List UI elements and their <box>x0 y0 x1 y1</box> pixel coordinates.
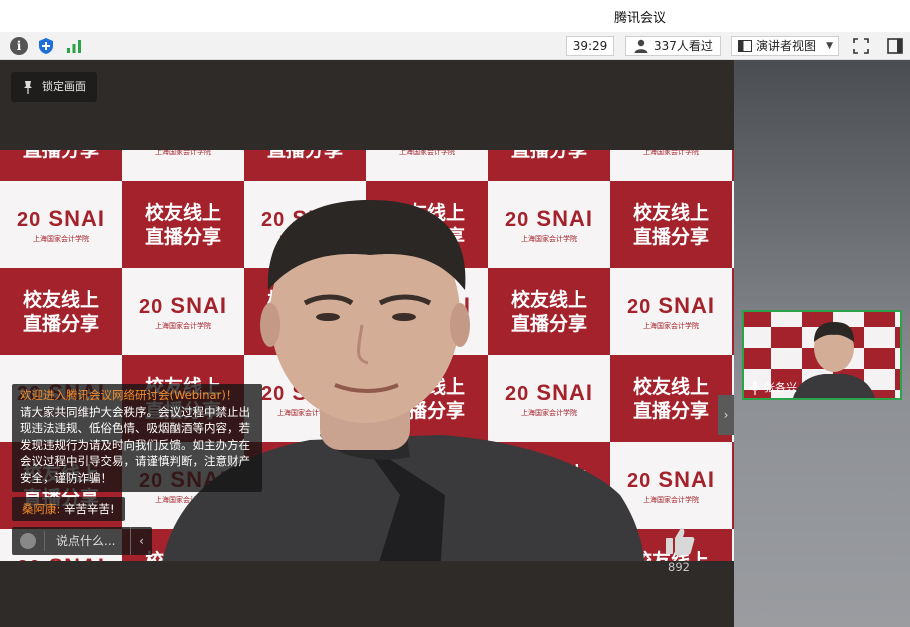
title-bar: 腾讯会议 <box>0 0 910 32</box>
participant-video <box>793 322 875 398</box>
mini-backdrop-tile <box>895 390 900 398</box>
logo-subtitle: 上海国家会计学院 <box>643 150 699 156</box>
banner-text: 直播分享 <box>267 150 343 162</box>
backdrop-banner: 校友线上直播分享 <box>0 150 122 181</box>
banner-text: 直播分享 <box>511 150 587 162</box>
logo-number: 20 <box>17 208 42 231</box>
mini-backdrop-tile <box>895 348 900 369</box>
signal-icon[interactable] <box>65 37 83 55</box>
lock-view-button[interactable]: 锁定画面 <box>11 72 97 102</box>
speaker-figure <box>162 200 645 561</box>
welcome-highlight: 欢迎进入腾讯会议网络研讨会(Webinar)！ <box>20 388 238 402</box>
chat-message-text: 辛苦辛苦! <box>60 502 115 516</box>
like-count: 892 <box>668 560 690 574</box>
mini-backdrop-tile <box>744 312 771 327</box>
main-video-stage: 锁定画面 校友线上直播分享20 SNAI上海国家会计学院校友线上直播分享20 S… <box>0 60 734 627</box>
divider <box>44 531 45 551</box>
chat-message: 桑阿康: 辛苦辛苦! <box>12 497 125 521</box>
window-title: 腾讯会议 <box>613 11 666 26</box>
collapse-panel-button[interactable]: › <box>718 395 734 435</box>
sidebar-toggle-icon[interactable] <box>886 37 904 55</box>
info-icon[interactable]: i <box>10 37 28 55</box>
view-mode-dropdown[interactable]: 演讲者视图 ▼ <box>731 36 839 56</box>
logo-subtitle: 上海国家会计学院 <box>33 234 89 243</box>
mini-backdrop-tile <box>895 369 900 390</box>
mini-backdrop-tile <box>895 312 900 327</box>
viewers-label: 337人看过 <box>654 39 713 53</box>
emoji-icon[interactable] <box>20 533 36 549</box>
backdrop-banner: 校友线上直播分享 <box>0 268 122 355</box>
view-mode-label: 演讲者视图 <box>756 39 817 53</box>
chevron-down-icon: ▼ <box>826 41 833 51</box>
meeting-timer: 39:29 <box>566 36 614 56</box>
participant-tile[interactable]: 张各兴 <box>742 310 902 400</box>
backdrop-logo: 20 SNAI上海国家会计学院 <box>122 150 244 181</box>
fullscreen-icon[interactable] <box>852 37 870 55</box>
logo-number: 20 <box>17 557 41 562</box>
meeting-toolbar: i 39:29 337人看过 演讲者视图 ▼ <box>0 32 910 60</box>
logo-subtitle: 上海国家会计学院 <box>155 150 211 156</box>
backdrop-banner: 校友线上直播分享 <box>488 150 610 181</box>
chat-input-placeholder: 说点什么... <box>56 534 116 548</box>
layout-icon <box>738 40 752 52</box>
participant-panel: 张各兴 <box>734 60 910 627</box>
banner-text: 直播分享 <box>22 312 99 335</box>
participant-name: 张各兴 <box>764 381 797 394</box>
backdrop-banner: 校友线上直播分享 <box>244 150 366 181</box>
banner-text: 校友线上 <box>22 288 99 311</box>
backdrop-logo: 20 SNAI 上海国家会计学院 <box>0 181 122 268</box>
backdrop-logo: 20 SNAI上海国家会计学院 <box>610 150 732 181</box>
lock-view-label: 锁定画面 <box>42 80 86 93</box>
chat-notice: 欢迎进入腾讯会议网络研讨会(Webinar)！ 请大家共同维护大会秩序。会议过程… <box>12 384 262 492</box>
mini-backdrop-tile <box>744 327 771 348</box>
mini-backdrop-tile <box>744 348 771 369</box>
participant-label: 张各兴 <box>748 381 797 395</box>
welcome-body: 请大家共同维护大会秩序。会议过程中禁止出现违法违规、低俗色情、吸烟酗酒等内容，若… <box>20 404 250 485</box>
chat-input[interactable]: 说点什么... ‹ <box>12 527 152 555</box>
viewers-button[interactable]: 337人看过 <box>625 36 721 56</box>
shield-icon[interactable] <box>37 37 55 55</box>
chat-message-user: 桑阿康: <box>22 502 61 516</box>
banner-text: 直播分享 <box>23 150 99 162</box>
pin-icon <box>24 81 32 94</box>
microphone-icon <box>750 381 760 395</box>
logo-subtitle: 上海国家会计学院 <box>399 150 455 156</box>
mini-backdrop-tile <box>895 327 900 348</box>
user-icon <box>634 39 648 53</box>
chevron-left-icon[interactable]: ‹ <box>130 527 152 555</box>
thumbs-up-icon[interactable] <box>664 526 696 556</box>
logo-text: 20 SNAI <box>17 205 105 231</box>
backdrop-logo: 20 SNAI上海国家会计学院 <box>366 150 488 181</box>
